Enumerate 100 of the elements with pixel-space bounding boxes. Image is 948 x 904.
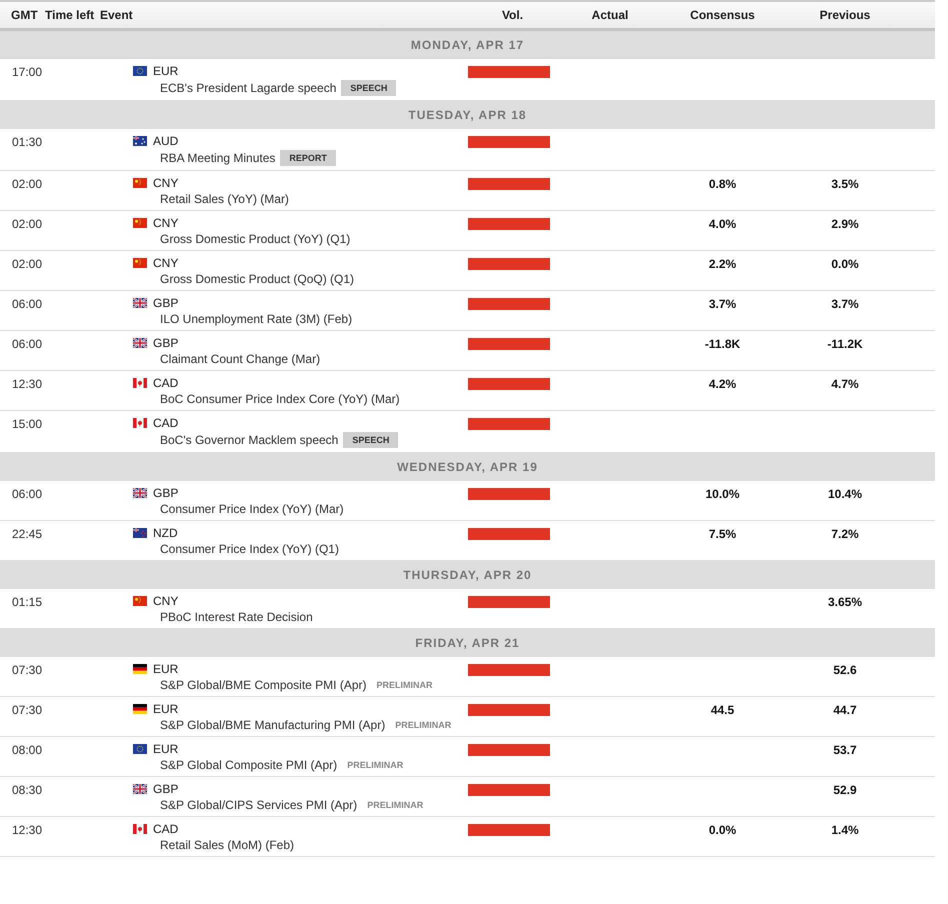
consensus-value: 0.0% [708, 823, 736, 837]
event-name[interactable]: Consumer Price Index (YoY) (Q1) [160, 542, 339, 556]
previous-value: 3.5% [831, 177, 859, 191]
event-time: 02:00 [11, 256, 44, 271]
currency-code: GBP [153, 486, 178, 500]
event-time: 15:00 [11, 416, 44, 431]
event-name[interactable]: Retail Sales (YoY) (Mar) [160, 192, 289, 206]
currency-code: CNY [153, 216, 178, 230]
event-name[interactable]: S&P Global/BME Composite PMI (Apr) [160, 678, 367, 692]
event-name[interactable]: BoC's Governor Macklem speech [160, 433, 338, 447]
previous-value: 10.4% [828, 487, 862, 501]
event-name[interactable]: Retail Sales (MoM) (Feb) [160, 838, 294, 852]
previous-value: 4.7% [831, 377, 859, 391]
consensus-value: 10.0% [705, 487, 740, 501]
event-tag: SPEECH [343, 432, 398, 448]
column-header: Previous [820, 8, 870, 22]
event-name[interactable]: S&P Global/BME Manufacturing PMI (Apr) [160, 718, 386, 732]
currency-code: EUR [153, 662, 178, 676]
event-name[interactable]: Claimant Count Change (Mar) [160, 352, 320, 366]
event-time: 06:00 [11, 486, 44, 501]
flag-icon [133, 418, 147, 428]
event-time: 07:30 [11, 662, 44, 677]
column-header: Actual [592, 8, 628, 22]
currency-code: CNY [153, 256, 178, 270]
event-time: 22:45 [11, 526, 44, 541]
currency-code: GBP [153, 782, 178, 796]
previous-value: 52.6 [833, 663, 857, 677]
flag-icon [133, 528, 147, 538]
flag-icon [133, 744, 147, 754]
event-time: 01:30 [11, 134, 44, 149]
event-time: 06:00 [11, 296, 44, 311]
column-header: Consensus [690, 8, 755, 22]
previous-value: 53.7 [833, 743, 857, 757]
event-tag: REPORT [280, 150, 336, 166]
event-name[interactable]: RBA Meeting Minutes [160, 151, 276, 165]
event-name[interactable]: ECB's President Lagarde speech [160, 81, 336, 95]
event-time: 02:00 [11, 176, 44, 191]
event-name[interactable]: Gross Domestic Product (YoY) (Q1) [160, 232, 350, 246]
column-header: Event [100, 8, 133, 22]
flag-icon [133, 824, 147, 834]
event-name[interactable]: Gross Domestic Product (QoQ) (Q1) [160, 272, 354, 286]
flag-icon [133, 338, 147, 348]
event-time: 08:00 [11, 742, 44, 757]
flag-icon [133, 784, 147, 794]
flag-icon [133, 258, 147, 268]
currency-code: CAD [153, 822, 178, 836]
day-label: WEDNESDAY, APR 19 [397, 460, 538, 474]
column-header: GMT [10, 8, 39, 22]
flag-icon [133, 178, 147, 188]
event-name[interactable]: Consumer Price Index (YoY) (Mar) [160, 502, 344, 516]
event-time: 12:30 [11, 376, 44, 391]
event-tag: SPEECH [341, 80, 396, 96]
consensus-value: 7.5% [708, 527, 736, 541]
previous-value: 2.9% [831, 217, 859, 231]
currency-code: EUR [153, 64, 178, 78]
currency-code: CNY [153, 594, 178, 608]
event-time: 06:00 [11, 336, 44, 351]
consensus-value: 3.7% [708, 297, 736, 311]
flag-icon [133, 66, 147, 76]
currency-code: CAD [153, 376, 178, 390]
previous-value: 3.7% [831, 297, 859, 311]
previous-value: 0.0% [831, 257, 859, 271]
flag-icon [133, 664, 147, 674]
previous-value: 52.9 [833, 783, 857, 797]
day-label: FRIDAY, APR 21 [415, 636, 520, 650]
currency-code: EUR [153, 742, 178, 756]
flag-icon [133, 596, 147, 606]
consensus-value: 4.0% [708, 217, 736, 231]
previous-value: -11.2K [827, 337, 863, 351]
event-time: 08:30 [11, 782, 44, 797]
previous-value: 7.2% [831, 527, 859, 541]
event-time: 01:15 [11, 594, 44, 609]
flag-icon [133, 298, 147, 308]
event-name[interactable]: ILO Unemployment Rate (3M) (Feb) [160, 312, 352, 326]
currency-code: EUR [153, 702, 178, 716]
event-name[interactable]: PBoC Interest Rate Decision [160, 610, 313, 624]
event-name[interactable]: BoC Consumer Price Index Core (YoY) (Mar) [160, 392, 400, 406]
column-header: Time left [45, 8, 96, 22]
day-label: THURSDAY, APR 20 [403, 568, 532, 582]
consensus-value: 4.2% [708, 377, 736, 391]
event-time: 17:00 [11, 64, 44, 79]
column-header: Vol. [502, 8, 524, 22]
event-tag: PRELIMINAR [390, 720, 452, 730]
event-tag: PRELIMINAR [342, 760, 404, 770]
flag-icon [133, 218, 147, 228]
consensus-value: 44.5 [710, 703, 734, 717]
previous-value: 44.7 [833, 703, 857, 717]
flag-icon [133, 378, 147, 388]
currency-code: GBP [153, 296, 178, 310]
consensus-value: 2.2% [708, 257, 736, 271]
flag-icon [133, 488, 147, 498]
consensus-value: -11.8K [704, 337, 740, 351]
event-time: 02:00 [11, 216, 44, 231]
currency-code: CAD [153, 416, 178, 430]
currency-code: AUD [153, 134, 178, 148]
flag-icon [133, 704, 147, 714]
day-label: MONDAY, APR 17 [410, 38, 524, 52]
day-label: TUESDAY, APR 18 [408, 108, 527, 122]
event-name[interactable]: S&P Global/CIPS Services PMI (Apr) [160, 798, 358, 812]
event-name[interactable]: S&P Global Composite PMI (Apr) [160, 758, 338, 772]
